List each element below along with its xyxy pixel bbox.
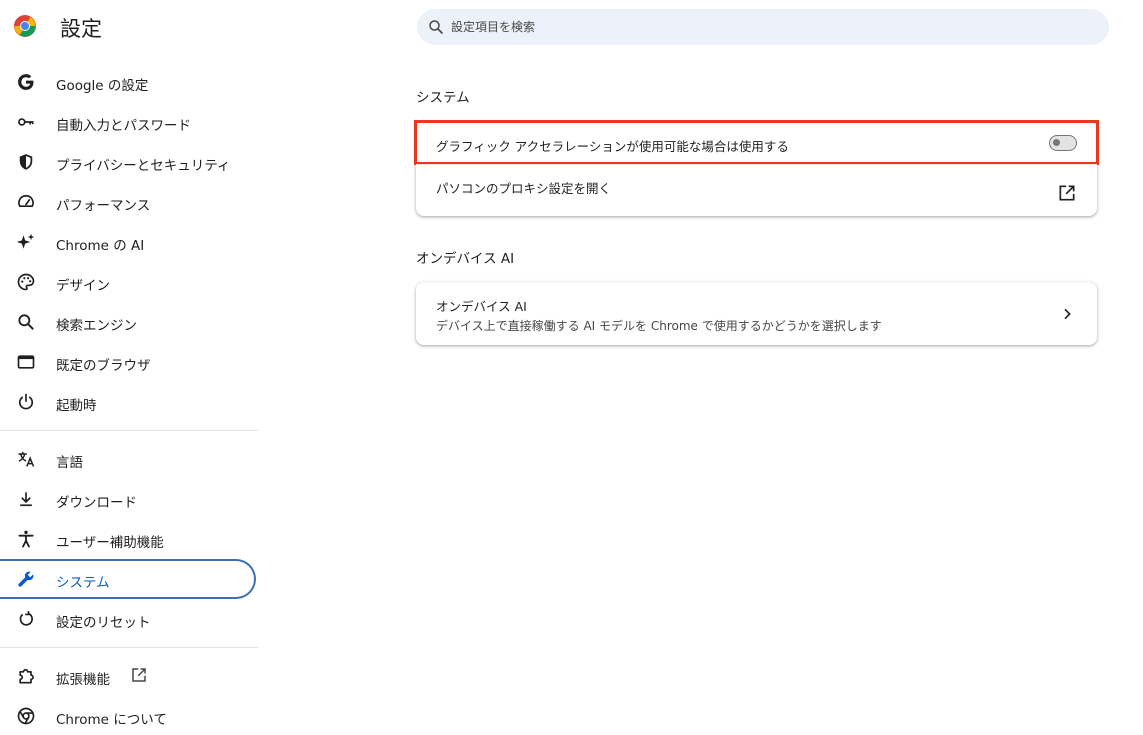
shield-icon: [16, 152, 36, 172]
sidebar-divider: [0, 430, 258, 431]
external-link-icon: [132, 668, 146, 682]
sidebar-item-about-chrome[interactable]: Chrome について: [0, 696, 256, 735]
accessibility-icon: [16, 529, 36, 549]
search-icon: [429, 20, 443, 34]
sidebar-item-design[interactable]: デザイン: [0, 262, 256, 302]
browser-window-icon: [16, 352, 36, 372]
sidebar-item-label: 拡張機能: [56, 672, 110, 688]
sidebar-item-label: 既定のブラウザ: [56, 358, 151, 374]
hardware-acceleration-toggle[interactable]: [1049, 135, 1077, 151]
sidebar-item-extensions[interactable]: 拡張機能: [0, 656, 256, 696]
sidebar-item-performance[interactable]: パフォーマンス: [0, 182, 256, 222]
sidebar-item-chrome-ai[interactable]: Chrome の AI: [0, 222, 256, 262]
section-title-system: システム: [416, 90, 470, 106]
key-icon: [16, 112, 36, 132]
ondevice-ai-row[interactable]: オンデバイス AI デバイス上で直接稼働する AI モデルを Chrome で使…: [416, 282, 1097, 345]
sidebar-item-default-browser[interactable]: 既定のブラウザ: [0, 342, 256, 382]
sidebar-item-downloads[interactable]: ダウンロード: [0, 479, 256, 519]
page-title: 設定: [60, 17, 102, 41]
system-card: グラフィック アクセラレーションが使用可能な場合は使用する パソコンのプロキシ設…: [414, 120, 1099, 216]
google-g-icon: [16, 72, 36, 92]
sidebar-item-autofill[interactable]: 自動入力とパスワード: [0, 102, 256, 142]
reset-icon: [16, 609, 36, 629]
external-link-icon[interactable]: [1057, 183, 1077, 203]
sparkle-icon: [16, 232, 36, 252]
search-icon: [16, 312, 36, 332]
sidebar-item-label: Chrome の AI: [56, 238, 145, 254]
section-title-ondevice-ai: オンデバイス AI: [416, 251, 515, 267]
sidebar-item-label: パフォーマンス: [56, 198, 151, 214]
download-icon: [16, 489, 36, 509]
translate-icon: [16, 449, 36, 469]
hardware-acceleration-label: グラフィック アクセラレーションが使用可能な場合は使用する: [436, 139, 789, 154]
wrench-icon: [16, 569, 36, 589]
speedometer-icon: [16, 192, 36, 212]
proxy-settings-label: パソコンのプロキシ設定を開く: [436, 181, 612, 196]
sidebar-item-label: 検索エンジン: [56, 318, 137, 334]
sidebar-item-label: 自動入力とパスワード: [56, 118, 191, 134]
sidebar-item-label: Google の設定: [56, 78, 149, 94]
sidebar-item-google[interactable]: Google の設定: [0, 62, 256, 102]
search-input[interactable]: [451, 9, 1091, 45]
sidebar-item-label: 起動時: [56, 398, 97, 414]
sidebar-item-reset[interactable]: 設定のリセット: [0, 599, 256, 639]
sidebar-item-accessibility[interactable]: ユーザー補助機能: [0, 519, 256, 559]
sidebar-item-label: システム: [56, 575, 110, 591]
sidebar-item-search-engine[interactable]: 検索エンジン: [0, 302, 256, 342]
sidebar-item-label: ユーザー補助機能: [56, 535, 164, 551]
chrome-logo-icon: [14, 15, 36, 37]
sidebar-divider: [0, 647, 258, 648]
proxy-settings-row[interactable]: パソコンのプロキシ設定を開く: [416, 165, 1097, 216]
sidebar-item-on-startup[interactable]: 起動時: [0, 382, 256, 422]
chevron-right-icon: [1064, 308, 1071, 320]
sidebar-item-label: 言語: [56, 455, 83, 471]
sidebar-item-label: プライバシーとセキュリティ: [56, 158, 231, 174]
sidebar-item-label: 設定のリセット: [56, 615, 151, 631]
ondevice-ai-label: オンデバイス AI: [436, 299, 527, 314]
hardware-acceleration-row[interactable]: グラフィック アクセラレーションが使用可能な場合は使用する: [414, 120, 1099, 165]
sidebar-item-languages[interactable]: 言語: [0, 439, 256, 479]
sidebar-item-system[interactable]: システム: [0, 559, 256, 599]
app-header: 設定: [0, 0, 1143, 56]
sidebar-item-label: デザイン: [56, 278, 110, 294]
ondevice-ai-sublabel: デバイス上で直接稼働する AI モデルを Chrome で使用するかどうかを選択…: [436, 319, 882, 333]
palette-icon: [16, 272, 36, 292]
sidebar-item-label: Chrome について: [56, 712, 167, 728]
chrome-icon: [16, 706, 36, 726]
ondevice-ai-card: オンデバイス AI デバイス上で直接稼働する AI モデルを Chrome で使…: [416, 282, 1097, 345]
sidebar-item-privacy[interactable]: プライバシーとセキュリティ: [0, 142, 256, 182]
sidebar: Google の設定 自動入力とパスワード プライバシーとセキュリティ パフォー…: [0, 62, 258, 735]
sidebar-item-label: ダウンロード: [56, 495, 137, 511]
toggle-knob: [1053, 139, 1060, 146]
search-box[interactable]: [417, 9, 1109, 45]
puzzle-icon: [16, 666, 36, 686]
power-icon: [16, 392, 36, 412]
